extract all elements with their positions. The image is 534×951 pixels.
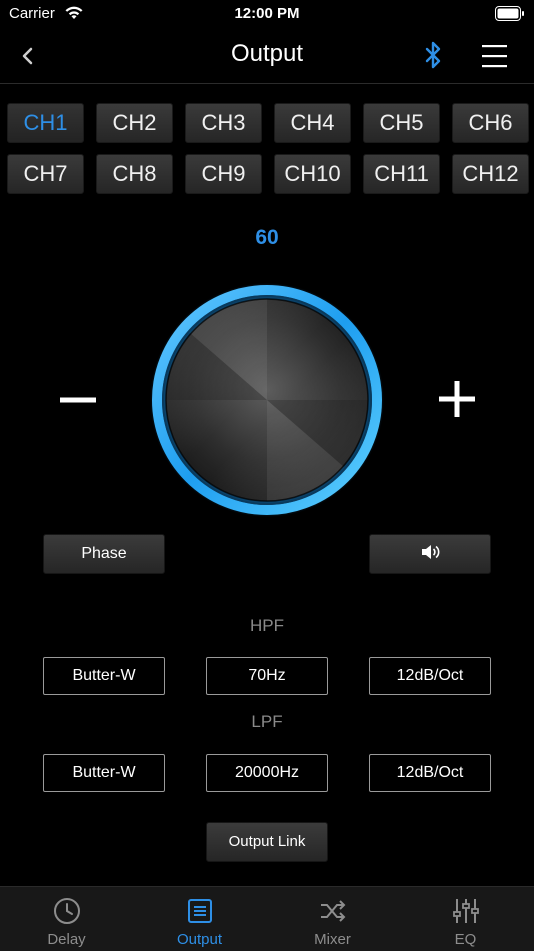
sliders-icon: [452, 899, 479, 923]
volume-value: 60: [255, 226, 279, 249]
channel-selector: CH1 CH2 CH3 CH4 CH5 CH6 CH7 CH8 CH9 CH10…: [7, 103, 529, 194]
lpf-type-field[interactable]: Butter-W: [43, 754, 165, 792]
tab-label-delay: Delay: [47, 931, 86, 948]
tab-label-eq: EQ: [454, 931, 477, 948]
channel-button-ch8[interactable]: CH8: [96, 154, 173, 194]
lpf-label: LPF: [251, 712, 283, 731]
page-title: Output: [230, 40, 304, 67]
tab-mixer[interactable]: Mixer: [266, 887, 399, 951]
tab-output[interactable]: Output: [133, 887, 266, 951]
channel-button-ch9[interactable]: CH9: [185, 154, 262, 194]
output-link-button[interactable]: Output Link: [206, 822, 328, 862]
shuffle-icon: [320, 900, 345, 922]
volume-plus-button[interactable]: [434, 376, 480, 422]
channel-button-ch2[interactable]: CH2: [96, 103, 173, 143]
channel-button-ch10[interactable]: CH10: [274, 154, 351, 194]
lpf-frequency-field[interactable]: 20000Hz: [206, 754, 328, 792]
tab-eq[interactable]: EQ: [399, 887, 532, 951]
channel-button-ch4[interactable]: CH4: [274, 103, 351, 143]
channel-button-ch11[interactable]: CH11: [363, 154, 440, 194]
volume-minus-button[interactable]: [57, 379, 99, 421]
bluetooth-icon[interactable]: [420, 40, 446, 70]
channel-button-ch7[interactable]: CH7: [7, 154, 84, 194]
phase-button[interactable]: Phase: [43, 534, 165, 574]
tab-label-mixer: Mixer: [314, 931, 351, 948]
hpf-frequency-field[interactable]: 70Hz: [206, 657, 328, 695]
tab-delay[interactable]: Delay: [0, 887, 133, 951]
speaker-volume-icon: [422, 545, 440, 560]
channel-button-ch1[interactable]: CH1: [7, 103, 84, 143]
channel-button-ch6[interactable]: CH6: [452, 103, 529, 143]
volume-knob[interactable]: [150, 283, 384, 517]
clock-icon: [53, 898, 80, 924]
status-bar: Carrier 12:00 PM: [0, 0, 534, 30]
channel-button-ch3[interactable]: CH3: [185, 103, 262, 143]
nav-bar: Output: [0, 30, 534, 84]
status-time: 12:00 PM: [234, 5, 300, 22]
hpf-slope-field[interactable]: 12dB/Oct: [369, 657, 491, 695]
tab-bar: Delay Output Mixer EQ: [0, 886, 534, 951]
lpf-slope-field[interactable]: 12dB/Oct: [369, 754, 491, 792]
list-icon: [187, 899, 212, 923]
channel-button-ch12[interactable]: CH12: [452, 154, 529, 194]
menu-icon[interactable]: [480, 42, 510, 70]
channel-button-ch5[interactable]: CH5: [363, 103, 440, 143]
hpf-type-field[interactable]: Butter-W: [43, 657, 165, 695]
mute-button[interactable]: [369, 534, 491, 574]
battery-icon: [495, 6, 524, 21]
hpf-label: HPF: [250, 616, 284, 635]
tab-label-output: Output: [176, 931, 223, 948]
